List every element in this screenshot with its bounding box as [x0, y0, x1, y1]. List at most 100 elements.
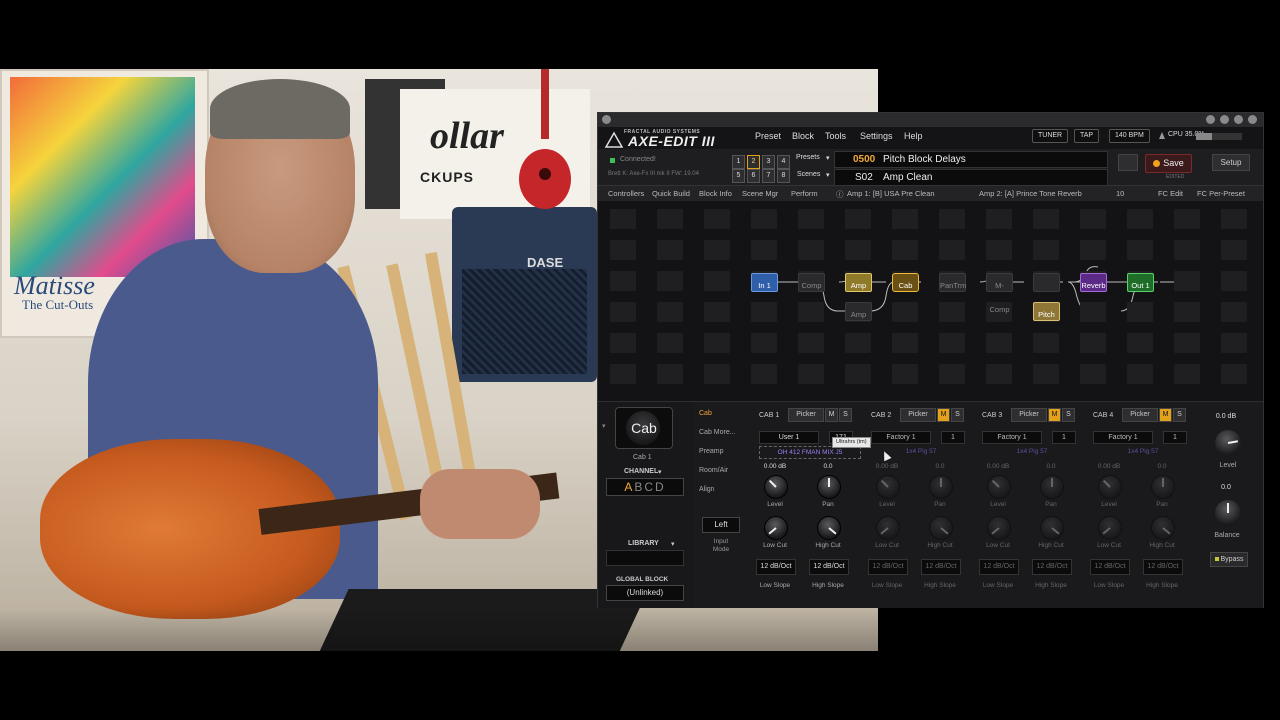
grid-cell[interactable] [1080, 240, 1106, 260]
ir-index-field[interactable]: 1 [1163, 431, 1187, 444]
grid-cell[interactable] [798, 333, 824, 353]
low-slope-selector[interactable]: 12 dB/Oct [1090, 559, 1130, 575]
grid-cell[interactable] [1221, 364, 1247, 384]
grid-cell[interactable] [657, 209, 683, 229]
grid-cell[interactable] [1080, 302, 1106, 322]
grid-cell[interactable] [1221, 333, 1247, 353]
grid-cell[interactable] [845, 364, 871, 384]
block-cab[interactable]: Cab [892, 273, 919, 292]
block-reverb[interactable]: Reverb [1080, 273, 1107, 292]
level-knob[interactable] [764, 475, 788, 499]
scene-8-button[interactable]: 8 [777, 169, 790, 183]
ir-name[interactable]: 1x4 Pig 57 [982, 446, 1082, 457]
grid-cell[interactable] [610, 271, 636, 291]
grid-cell[interactable] [704, 271, 730, 291]
grid-cell[interactable] [1221, 209, 1247, 229]
input-mode-selector[interactable]: Left [702, 517, 740, 533]
mute-button[interactable]: M [1048, 408, 1061, 422]
grid-cell[interactable] [1174, 240, 1200, 260]
low-cut-knob[interactable] [1098, 516, 1122, 540]
scene-3-button[interactable]: 3 [762, 155, 775, 169]
solo-button[interactable]: S [1062, 408, 1075, 422]
grid-cell[interactable] [1033, 364, 1059, 384]
grid-cell[interactable] [1127, 364, 1153, 384]
low-cut-knob[interactable] [876, 516, 900, 540]
block-comp[interactable]: Comp [798, 273, 825, 292]
grid-cell[interactable] [704, 333, 730, 353]
solo-button[interactable]: S [1173, 408, 1186, 422]
pan-knob[interactable] [1040, 475, 1064, 499]
mute-button[interactable]: M [937, 408, 950, 422]
maximize-icon[interactable] [1234, 115, 1243, 124]
scene-6-button[interactable]: 6 [747, 169, 760, 183]
tuner-button[interactable]: TUNER [1032, 129, 1069, 143]
grid-cell[interactable] [798, 209, 824, 229]
channel-a[interactable]: A [624, 480, 634, 494]
grid-cell[interactable] [845, 333, 871, 353]
level-knob[interactable] [876, 475, 900, 499]
scene-4-button[interactable]: 4 [777, 155, 790, 169]
block-in1[interactable]: In 1 [751, 273, 778, 292]
grid-cell[interactable] [657, 302, 683, 322]
ir-bank-selector[interactable]: User 1 [759, 431, 819, 444]
ir-bank-selector[interactable]: Factory 1 [982, 431, 1042, 444]
grid-cell[interactable] [751, 209, 777, 229]
grid-cell[interactable] [751, 240, 777, 260]
grid-cell[interactable] [939, 240, 965, 260]
preset-selector[interactable]: 0500 Pitch Block Delays [834, 151, 1108, 168]
pan-knob[interactable] [817, 475, 841, 499]
grid-cell[interactable] [939, 333, 965, 353]
menu-block[interactable]: Block [792, 131, 814, 141]
nav-cab-more[interactable]: Cab More... [699, 429, 736, 436]
window-help-icon[interactable] [1206, 115, 1215, 124]
grid-cell[interactable] [986, 333, 1012, 353]
grid-cell[interactable] [610, 333, 636, 353]
grid-cell[interactable] [751, 333, 777, 353]
scene-7-button[interactable]: 7 [762, 169, 775, 183]
ir-bank-selector[interactable]: Factory 1 [871, 431, 931, 444]
grid-cell[interactable] [704, 209, 730, 229]
close-icon[interactable] [1248, 115, 1257, 124]
menu-tools[interactable]: Tools [825, 131, 846, 141]
solo-button[interactable]: S [839, 408, 852, 422]
grid-cell[interactable] [704, 302, 730, 322]
grid-cell[interactable] [1174, 209, 1200, 229]
grid-cell[interactable] [1033, 209, 1059, 229]
camera-icon[interactable] [1118, 154, 1138, 171]
menu-settings[interactable]: Settings [860, 131, 893, 141]
grid-cell[interactable] [751, 302, 777, 322]
ir-bank-selector[interactable]: Factory 1 [1093, 431, 1153, 444]
scene-5-button[interactable]: 5 [732, 169, 745, 183]
grid-cell[interactable] [845, 240, 871, 260]
minimize-icon[interactable] [1220, 115, 1229, 124]
high-slope-selector[interactable]: 12 dB/Oct [809, 559, 849, 575]
channel-dropdown[interactable]: CHANNEL [624, 468, 658, 475]
main-level-knob[interactable] [1215, 430, 1241, 456]
mute-button[interactable]: M [825, 408, 838, 422]
grid-cell[interactable] [798, 240, 824, 260]
grid-cell[interactable] [704, 364, 730, 384]
block-mcomp[interactable]: M-Comp [986, 273, 1013, 314]
grid-cell[interactable] [986, 240, 1012, 260]
scenes-dropdown[interactable]: Scenes [797, 171, 820, 178]
high-slope-selector[interactable]: 12 dB/Oct [921, 559, 961, 575]
grid-cell[interactable] [610, 209, 636, 229]
grid-cell[interactable] [892, 209, 918, 229]
grid-cell[interactable] [1174, 364, 1200, 384]
grid-cell[interactable] [1080, 333, 1106, 353]
mute-button[interactable]: M [1159, 408, 1172, 422]
tab-quick-build[interactable]: Quick Build [652, 189, 690, 198]
block-out1[interactable]: Out 1 [1127, 273, 1154, 292]
nav-cab[interactable]: Cab [699, 410, 712, 417]
pan-knob[interactable] [1151, 475, 1175, 499]
fc-edit-button[interactable]: FC Edit [1158, 189, 1183, 198]
grid-cell[interactable] [657, 271, 683, 291]
signal-grid[interactable]: In 1 Comp Amp Amp Cab PanTrm M-Comp Pitc… [598, 201, 1263, 401]
solo-button[interactable]: S [951, 408, 964, 422]
grid-cell[interactable] [845, 209, 871, 229]
picker-button[interactable]: Picker [900, 408, 936, 422]
high-cut-knob[interactable] [929, 516, 953, 540]
grid-cell[interactable] [657, 333, 683, 353]
library-dropdown[interactable]: LIBRARY [628, 540, 659, 547]
bpm-display[interactable]: 140 BPM [1109, 129, 1150, 143]
